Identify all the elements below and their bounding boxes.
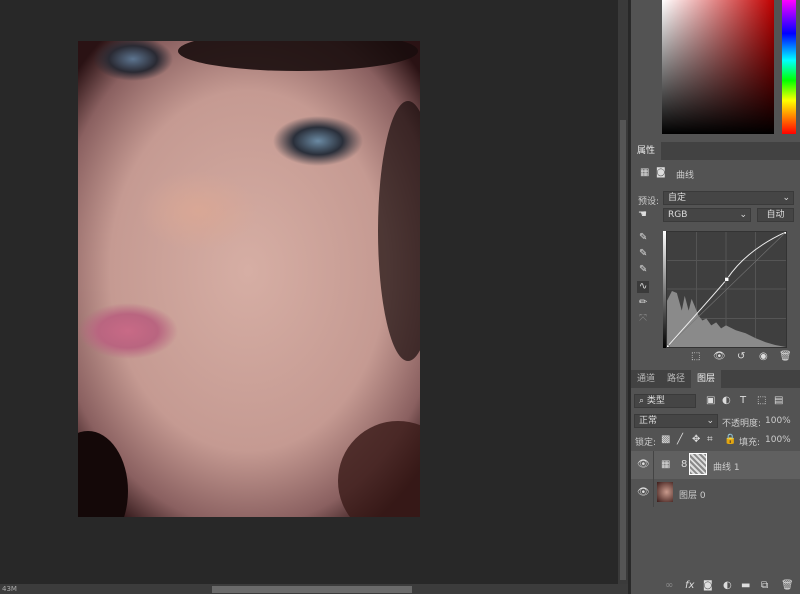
mask-icon[interactable]: ◙	[656, 167, 666, 179]
on-image-adjust-icon[interactable]: ☚	[638, 209, 647, 221]
fill-label: 填充:	[739, 438, 761, 448]
tab-layers[interactable]: 图层	[691, 370, 722, 388]
preset-select[interactable]: 自定 ⌄	[663, 191, 794, 205]
link-icon[interactable]: 8	[681, 459, 687, 471]
layer-row-image[interactable]: 👁 图层 0	[631, 479, 800, 507]
white-point-eyedropper-icon[interactable]: ✎	[639, 264, 647, 276]
horizontal-scroll-thumb[interactable]	[212, 586, 412, 593]
tab-properties[interactable]: 属性	[631, 142, 662, 160]
curve-control-point[interactable]	[783, 231, 787, 235]
color-field[interactable]	[662, 0, 774, 134]
pencil-icon[interactable]: ✏	[639, 297, 647, 309]
layer-filter-select[interactable]: ⌕ 类型	[634, 394, 696, 408]
opacity-label: 不透明度:	[722, 419, 762, 429]
preset-value: 自定	[668, 193, 687, 203]
layer-name[interactable]: 图层 0	[679, 488, 706, 501]
clip-to-layer-icon[interactable]: ⬚	[691, 351, 700, 363]
doc-size: 43M	[2, 585, 17, 593]
delete-icon[interactable]: 🗑	[779, 351, 792, 363]
hue-slider[interactable]	[782, 0, 796, 134]
filter-adjustment-icon[interactable]: ◐	[722, 395, 731, 407]
photo-image	[78, 41, 420, 517]
properties-tabbar: 属性	[631, 142, 800, 160]
smooth-icon[interactable]: ⤧	[639, 313, 647, 325]
new-adjustment-icon[interactable]: ◐	[723, 580, 732, 592]
auto-button[interactable]: 自动	[757, 208, 794, 222]
filter-value: 类型	[646, 396, 665, 406]
delete-layer-icon[interactable]: 🗑	[781, 580, 794, 592]
new-layer-icon[interactable]: ⧉	[761, 580, 768, 592]
lock-label: 锁定:	[635, 438, 657, 448]
lock-transparent-icon[interactable]: ▩	[661, 434, 670, 446]
layers-footer: ∞ fx ◙ ◐ ▬ ⧉ 🗑	[631, 578, 800, 594]
fill-input[interactable]: 100%	[765, 435, 791, 445]
lock-position-icon[interactable]: ✥	[692, 434, 700, 446]
visibility-icon[interactable]: ◉	[759, 351, 768, 363]
filter-smart-icon[interactable]: ▤	[774, 395, 783, 407]
blend-mode-select[interactable]: 正常 ⌄	[634, 414, 718, 428]
lock-all-icon[interactable]: 🔒	[724, 434, 736, 446]
adjustment-type-label: 曲线	[676, 171, 695, 181]
visibility-eye-icon[interactable]: 👁	[637, 487, 650, 499]
fx-icon[interactable]: fx	[685, 580, 694, 592]
curve-point-tool-icon[interactable]: ∿	[637, 281, 650, 293]
reset-icon[interactable]: ↺	[737, 351, 745, 363]
filter-type-icon[interactable]: T	[740, 395, 746, 407]
properties-footer: ⬚ 👁 ↺ ◉ 🗑	[631, 348, 800, 366]
curves-adjustment-icon: ▦	[661, 459, 671, 470]
link-layers-icon[interactable]: ∞	[665, 580, 673, 592]
tab-channels[interactable]: 通道	[631, 370, 661, 388]
layers-tabbar: 通道 路径 图层	[631, 370, 800, 388]
layer-mask-thumbnail[interactable]	[689, 453, 707, 475]
channel-select[interactable]: RGB ⌄	[663, 208, 751, 222]
curve-control-point[interactable]	[724, 277, 729, 282]
tab-paths[interactable]: 路径	[661, 370, 691, 388]
visibility-eye-icon[interactable]: 👁	[637, 459, 650, 471]
channel-value: RGB	[668, 210, 688, 220]
new-group-icon[interactable]: ▬	[741, 580, 750, 592]
add-mask-icon[interactable]: ◙	[703, 580, 713, 592]
curve-graph[interactable]	[666, 231, 787, 348]
preset-label: 预设:	[638, 197, 660, 207]
filter-shape-icon[interactable]: ⬚	[757, 395, 766, 407]
gray-point-eyedropper-icon[interactable]: ✎	[639, 248, 647, 260]
layer-thumbnail[interactable]	[657, 482, 673, 502]
curves-adjustment-icon[interactable]: ▦	[640, 167, 649, 179]
filter-pixel-icon[interactable]: ▣	[706, 395, 715, 407]
lock-artboard-icon[interactable]: ⌗	[707, 434, 713, 446]
layer-row-curves[interactable]: 👁 ▦ 8 曲线 1	[631, 451, 800, 479]
opacity-input[interactable]: 100%	[765, 416, 791, 426]
black-point-eyedropper-icon[interactable]: ✎	[639, 232, 647, 244]
layer-name[interactable]: 曲线 1	[713, 460, 740, 473]
view-previous-icon[interactable]: 👁	[713, 351, 726, 363]
vertical-scroll-thumb[interactable]	[620, 120, 626, 580]
blend-mode-value: 正常	[639, 416, 658, 426]
lock-pixels-icon[interactable]: ╱	[677, 434, 683, 446]
